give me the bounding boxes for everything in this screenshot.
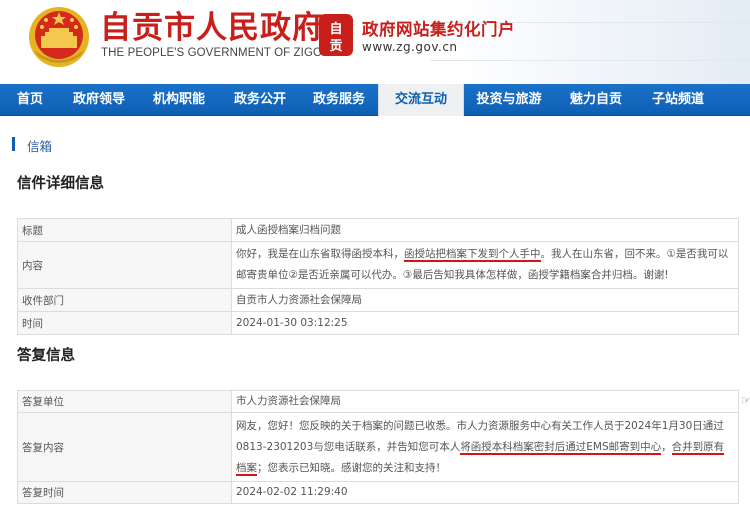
reply-unit-value: 市人力资源社会保障局 [231, 390, 739, 413]
row-label-reply-unit: 答复单位 [17, 390, 232, 413]
nav-item-interaction[interactable]: 交流互动 [378, 84, 464, 116]
nav-item-services[interactable]: 政务服务 [300, 84, 378, 116]
nav-item-investment-tourism[interactable]: 投资与旅游 [464, 84, 554, 116]
row-label-reply-time: 答复时间 [17, 481, 232, 504]
site-header: 自贡市人民政府 THE PEOPLE'S GOVERNMENT OF ZIGON… [0, 0, 750, 84]
main-nav: 首页 政府领导 机构职能 政务公开 政务服务 交流互动 投资与旅游 魅力自贡 子… [0, 84, 750, 116]
reply-content-value: 网友，您好！您反映的关于档案的问题已收悉。市人力资源服务中心有关工作人员于202… [231, 412, 739, 482]
row-label-reply-content: 答复内容 [17, 412, 232, 482]
content-text: ；您表示已知晓。感谢您的关注和支持！ [257, 461, 446, 474]
row-label-content: 内容 [17, 241, 232, 289]
letter-section-title: 信件详细信息 [17, 176, 104, 192]
city-seal-logo: 自 贡 [319, 14, 353, 56]
accessibility-cursor-icon[interactable]: ☞ [741, 394, 750, 407]
table-row: 内容 你好，我是在山东省取得函授本科，函授站把档案下发到个人手中。我人在山东省，… [17, 241, 739, 289]
content-text: ， [661, 440, 672, 453]
table-row: 标题 成人函授档案归档问题 [17, 218, 739, 242]
nav-item-public-affairs[interactable]: 政务公开 [220, 84, 300, 116]
content-text: 你好，我是在山东省取得函授本科， [236, 248, 404, 260]
letter-title-value: 成人函授档案归档问题 [231, 218, 739, 242]
reply-details-table: 答复单位 市人力资源社会保障局 答复内容 网友，您好！您反映的关于档案的问题已收… [17, 390, 739, 504]
portal-name: 政府网站集约化门户 [362, 20, 515, 39]
header-divider [430, 60, 750, 61]
site-title[interactable]: 自贡市人民政府 [100, 8, 324, 48]
row-label-time: 时间 [17, 311, 232, 335]
svg-text:贡: 贡 [329, 39, 342, 54]
table-row: 时间 2024-01-30 03:12:25 [17, 311, 739, 335]
nav-item-charm-zigong[interactable]: 魅力自贡 [554, 84, 638, 116]
letter-content-value: 你好，我是在山东省取得函授本科，函授站把档案下发到个人手中。我人在山东省，回不来… [231, 241, 739, 289]
site-subtitle: THE PEOPLE'S GOVERNMENT OF ZIGONG [101, 47, 340, 59]
nav-item-leaders[interactable]: 政府领导 [60, 84, 138, 116]
breadcrumb-marker [12, 137, 15, 151]
row-label-title: 标题 [17, 218, 232, 242]
highlighted-text: 函授站把档案下发到个人手中 [404, 248, 541, 262]
reply-time-value: 2024-02-02 11:29:40 [231, 481, 739, 504]
letter-department-value: 自贡市人力资源社会保障局 [231, 288, 739, 312]
reply-section-title: 答复信息 [17, 348, 75, 364]
row-label-department: 收件部门 [17, 288, 232, 312]
highlighted-text: 将函授本科档案密封后通过EMS邮寄到中心 [460, 440, 662, 455]
portal-url[interactable]: www.zg.gov.cn [362, 40, 458, 54]
letter-time-value: 2024-01-30 03:12:25 [231, 311, 739, 335]
svg-text:自: 自 [329, 21, 342, 37]
table-row: 答复时间 2024-02-02 11:29:40 [17, 481, 739, 504]
letter-details-table: 标题 成人函授档案归档问题 内容 你好，我是在山东省取得函授本科，函授站把档案下… [17, 218, 739, 335]
nav-item-substations[interactable]: 子站频道 [638, 84, 718, 116]
table-row: 答复内容 网友，您好！您反映的关于档案的问题已收悉。市人力资源服务中心有关工作人… [17, 412, 739, 482]
table-row: 答复单位 市人力资源社会保障局 [17, 390, 739, 413]
header-skyline-bg [450, 0, 750, 84]
breadcrumb[interactable]: 信箱 [27, 136, 52, 155]
nav-item-home[interactable]: 首页 [0, 84, 60, 116]
table-row: 收件部门 自贡市人力资源社会保障局 [17, 288, 739, 312]
national-emblem-icon [29, 7, 89, 67]
nav-item-functions[interactable]: 机构职能 [138, 84, 220, 116]
